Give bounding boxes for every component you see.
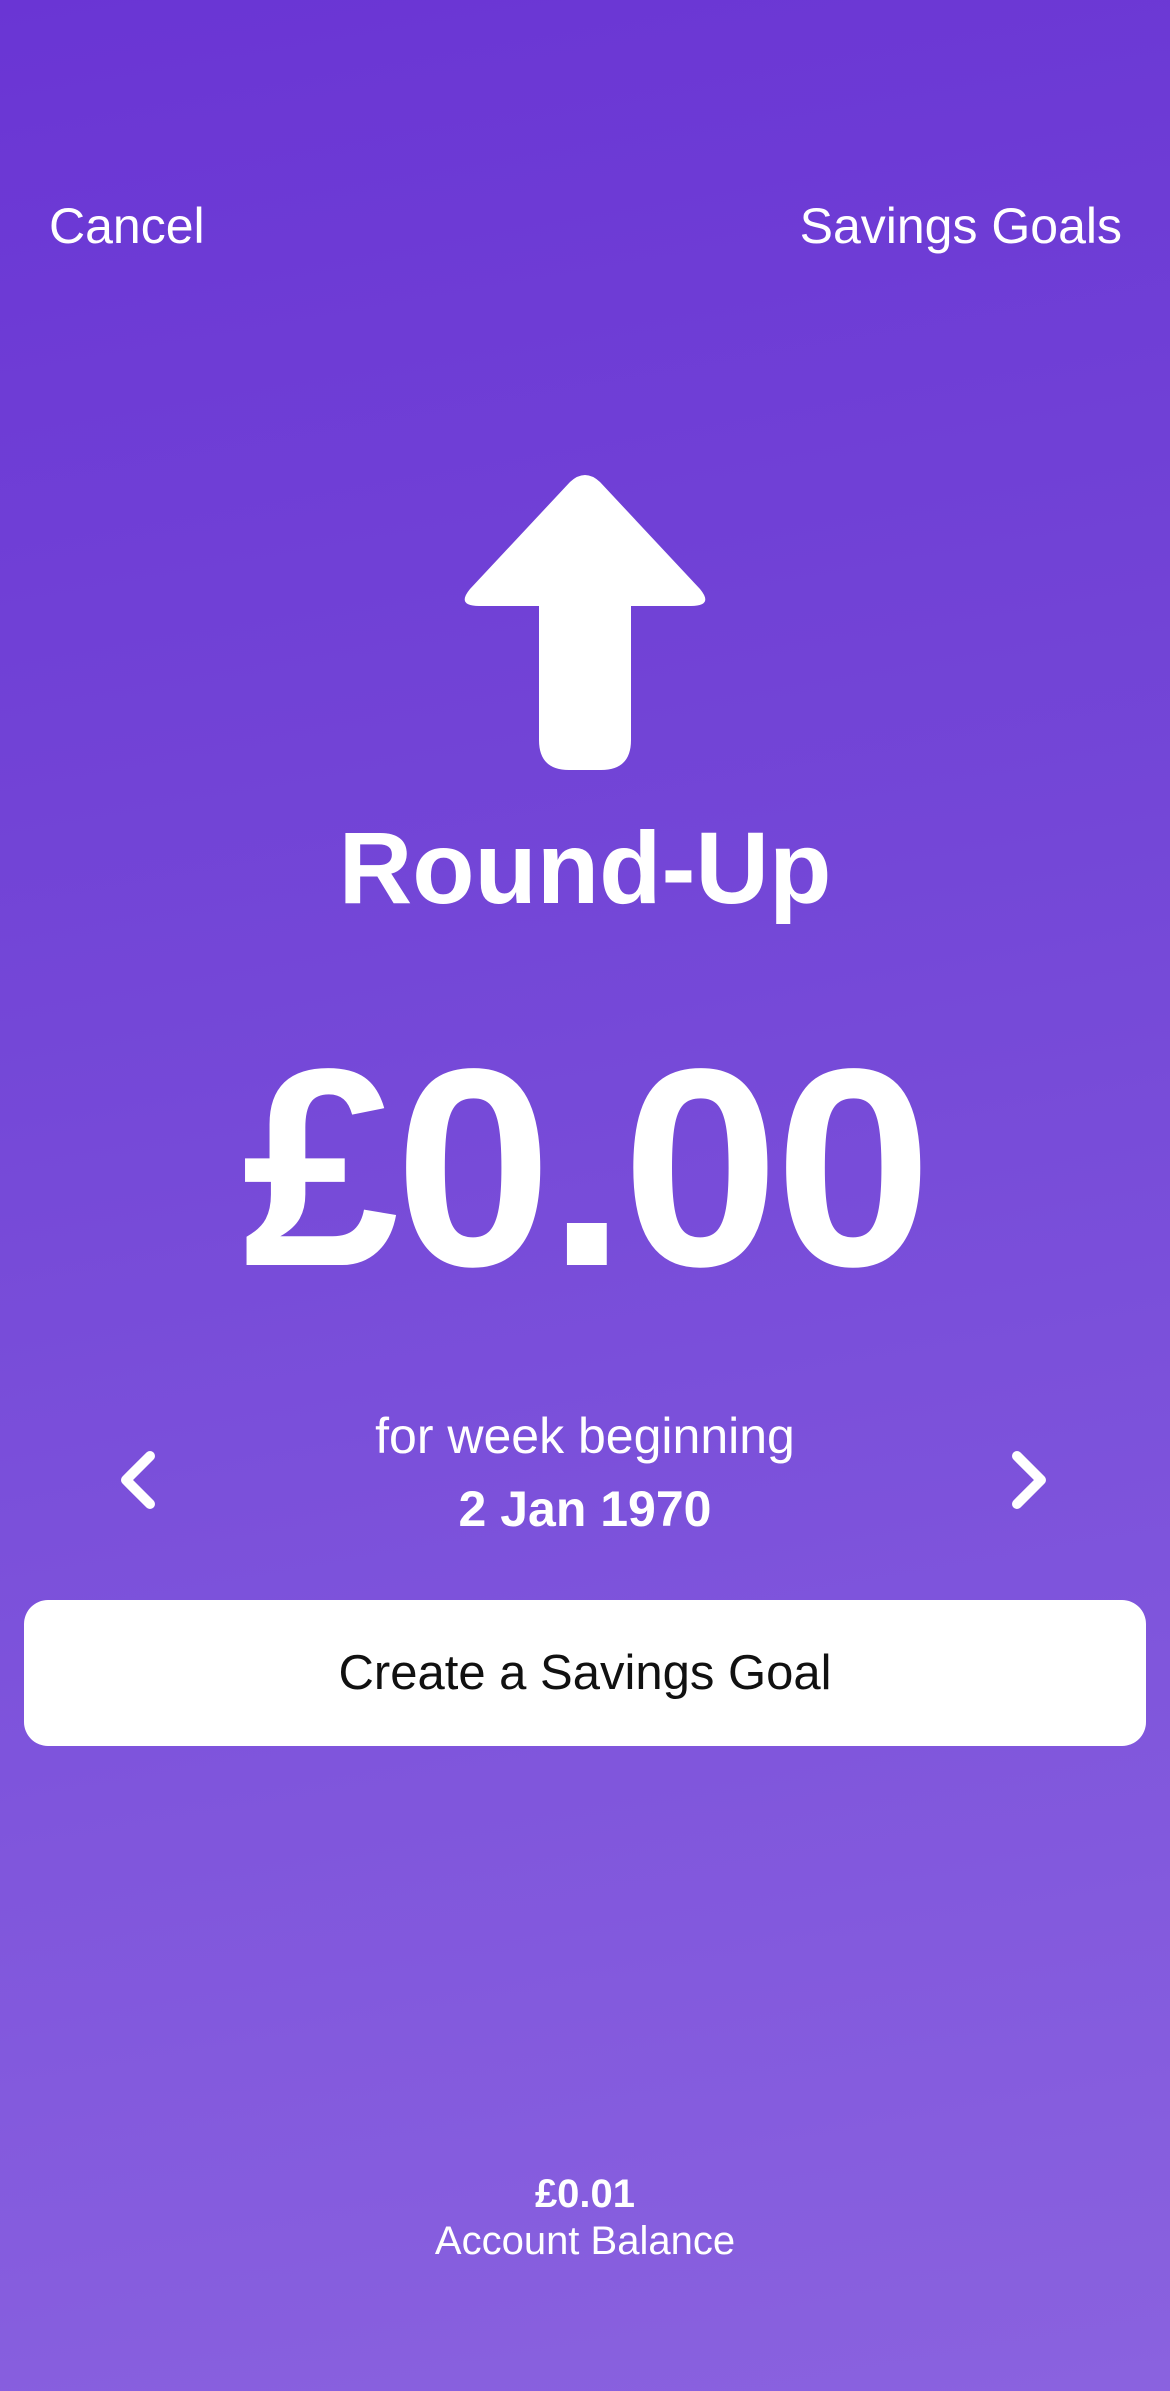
account-balance-label: Account Balance — [434, 2219, 736, 2263]
week-label: for week beginning — [375, 1408, 795, 1464]
round-up-amount: £0.00 — [242, 1010, 932, 1325]
week-date: 2 Jan 1970 — [458, 1481, 712, 1537]
savings-goals-button[interactable]: Savings Goals — [800, 196, 1122, 256]
page-title: Round-Up — [338, 811, 832, 925]
arrow-up-icon — [464, 475, 706, 770]
cancel-button[interactable]: Cancel — [49, 196, 205, 256]
account-balance-value: £0.01 — [534, 2172, 636, 2216]
create-savings-goal-button[interactable]: Create a Savings Goal — [24, 1600, 1146, 1746]
